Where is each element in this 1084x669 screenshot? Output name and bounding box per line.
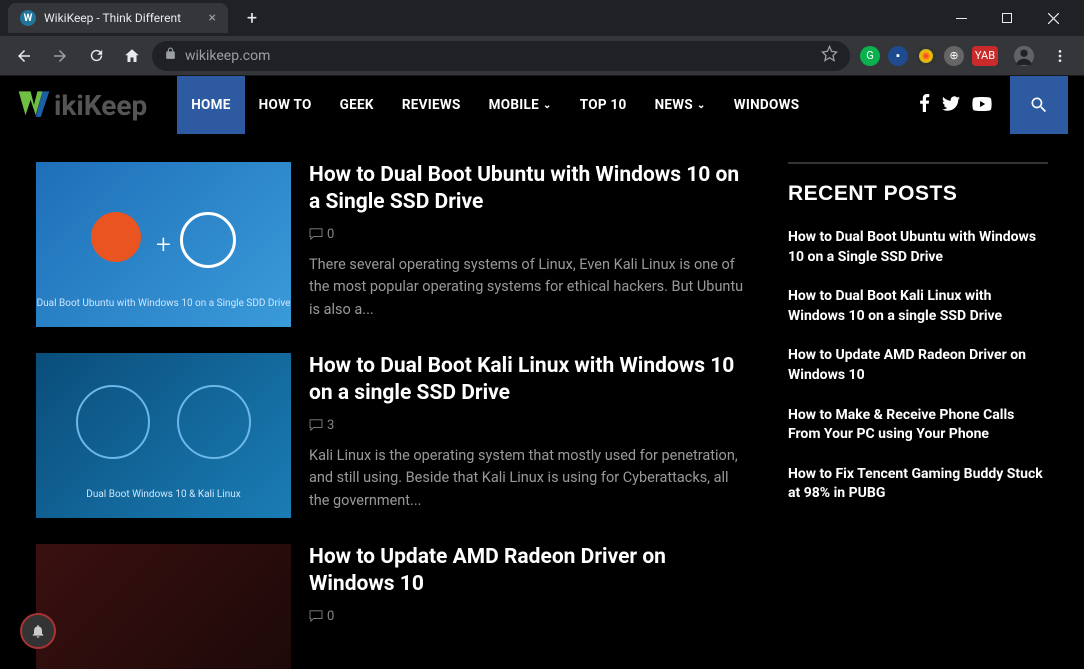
nav-mobile[interactable]: MOBILE⌄ [475,76,566,134]
nav-news[interactable]: NEWS⌄ [641,76,720,134]
sidebar-heading: RECENT POSTS [788,182,1048,206]
browser-toolbar: wikikeep.com G ▪ ⊕ YAB [0,36,1084,76]
menu-button[interactable] [1044,40,1076,72]
new-tab-button[interactable]: + [238,4,266,32]
reload-button[interactable] [80,40,112,72]
facebook-icon[interactable] [919,94,930,116]
recent-post-link[interactable]: How to Dual Boot Kali Linux with Windows… [788,287,1048,326]
browser-tab[interactable]: W WikiKeep - Think Different × [8,3,228,33]
window-maximize-button[interactable] [984,3,1030,33]
article-comments[interactable]: 0 [309,609,748,624]
chevron-down-icon: ⌄ [543,100,552,111]
bell-icon [30,623,46,639]
article-excerpt: There several operating systems of Linux… [309,254,748,321]
extension-icon[interactable]: ▪ [888,46,908,66]
close-tab-button[interactable]: × [209,10,216,26]
nav-reviews[interactable]: REVIEWS [388,76,475,134]
article-thumbnail[interactable] [36,544,291,669]
forward-button[interactable] [44,40,76,72]
window-close-button[interactable] [1030,3,1076,33]
youtube-icon[interactable] [972,96,992,115]
profile-button[interactable] [1008,40,1040,72]
comment-icon [309,419,323,431]
recent-post-link[interactable]: How to Make & Receive Phone Calls From Y… [788,406,1048,445]
article-card: How to Update AMD Radeon Driver on Windo… [36,544,748,669]
nav-howto[interactable]: HOW TO [245,76,326,134]
article-thumbnail[interactable]: + Dual Boot Ubuntu with Windows 10 on a … [36,162,291,327]
window-minimize-button[interactable] [938,3,984,33]
page-viewport[interactable]: ikiKeep HOME HOW TO GEEK REVIEWS MOBILE⌄… [0,76,1084,669]
article-title[interactable]: How to Update AMD Radeon Driver on Windo… [309,544,748,599]
home-button[interactable] [116,40,148,72]
favicon-icon: W [20,10,36,26]
nav-geek[interactable]: GEEK [326,76,388,134]
article-title[interactable]: How to Dual Boot Ubuntu with Windows 10 … [309,162,748,217]
logo-text: ikiKeep [54,89,147,122]
site-logo[interactable]: ikiKeep [16,88,147,122]
url-text: wikikeep.com [185,48,270,64]
recent-post-link[interactable]: How to Fix Tencent Gaming Buddy Stuck at… [788,465,1048,504]
article-title[interactable]: How to Dual Boot Kali Linux with Windows… [309,353,748,408]
social-links [919,94,992,116]
nav-home[interactable]: HOME [177,76,244,134]
search-button[interactable] [1010,76,1068,134]
twitter-icon[interactable] [942,96,960,115]
back-button[interactable] [8,40,40,72]
comment-icon [309,610,323,622]
site-header: ikiKeep HOME HOW TO GEEK REVIEWS MOBILE⌄… [0,76,1084,134]
extension-icon[interactable]: YAB [972,46,998,66]
recent-post-link[interactable]: How to Update AMD Radeon Driver on Windo… [788,346,1048,385]
extension-icon[interactable] [916,46,936,66]
article-thumbnail[interactable]: Dual Boot Windows 10 & Kali Linux [36,353,291,518]
sidebar: RECENT POSTS How to Dual Boot Ubuntu wit… [788,162,1048,669]
recent-post-link[interactable]: How to Dual Boot Ubuntu with Windows 10 … [788,228,1048,267]
article-comments[interactable]: 0 [309,227,748,242]
extension-icon[interactable]: G [860,46,880,66]
divider [788,162,1048,164]
nav-top10[interactable]: TOP 10 [566,76,641,134]
article-comments[interactable]: 3 [309,418,748,433]
comment-icon [309,228,323,240]
tab-title: WikiKeep - Think Different [44,11,181,25]
article-card: Dual Boot Windows 10 & Kali Linux How to… [36,353,748,518]
tab-bar: W WikiKeep - Think Different × + [0,0,1084,36]
nav-windows[interactable]: WINDOWS [720,76,814,134]
address-bar[interactable]: wikikeep.com [152,41,850,71]
extension-icon[interactable]: ⊕ [944,46,964,66]
extensions-area: G ▪ ⊕ YAB [854,46,1004,66]
article-card: + Dual Boot Ubuntu with Windows 10 on a … [36,162,748,327]
search-icon [1029,95,1049,115]
chevron-down-icon: ⌄ [697,100,706,111]
logo-icon [16,88,52,122]
star-icon[interactable] [821,45,838,66]
article-excerpt: Kali Linux is the operating system that … [309,445,748,512]
lock-icon [164,47,177,64]
articles-list: + Dual Boot Ubuntu with Windows 10 on a … [36,162,748,669]
notification-bell-button[interactable] [20,613,56,649]
main-nav: HOME HOW TO GEEK REVIEWS MOBILE⌄ TOP 10 … [177,76,813,134]
